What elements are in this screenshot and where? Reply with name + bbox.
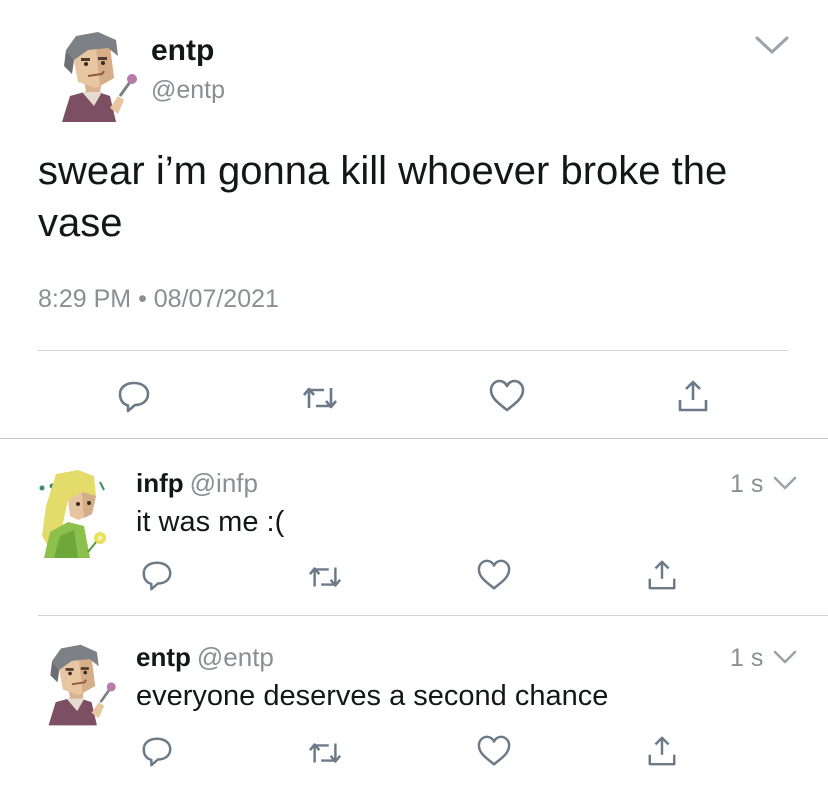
reply-button[interactable] [116,378,152,414]
entp-avatar-icon [62,32,137,122]
reply-icon [118,381,150,413]
reply-handle[interactable]: @entp [197,642,274,672]
reply-handle[interactable]: @infp [190,468,258,498]
retweet-button[interactable] [306,736,344,770]
reply-text: it was me :( [136,506,285,538]
reply-icon [142,737,172,767]
tweet-text: swear i’m gonna kill whoever broke the v… [38,149,728,245]
reply-avatar[interactable] [34,466,120,562]
reply-author[interactable]: entp @entp [136,642,274,673]
share-icon [678,380,708,412]
entp-avatar-icon [48,644,116,726]
retweet-icon [308,743,342,763]
like-button[interactable] [476,558,512,592]
divider [38,350,788,351]
tweet-timestamp: 8:29 PM • 08/07/2021 [38,285,279,314]
infp-avatar-icon [39,470,106,558]
section-divider [0,438,828,439]
like-icon [477,735,511,766]
chevron-down-icon[interactable] [772,475,798,491]
like-button[interactable] [476,734,512,768]
share-icon [648,560,676,590]
retweet-button[interactable] [306,560,344,594]
reply-author[interactable]: infp @infp [136,468,258,499]
divider [38,615,828,616]
tweet-date: 08/07/2021 [153,285,279,313]
retweet-button[interactable] [300,380,340,416]
tweet-time: 8:29 PM [38,285,132,313]
reply-icon [142,561,172,591]
like-icon [477,559,511,590]
reply-display-name[interactable]: entp [136,642,191,672]
retweet-icon [308,567,342,587]
chevron-down-icon[interactable] [772,649,798,665]
author-display-name[interactable]: entp [151,34,214,68]
reply-age: 1 s [730,470,764,498]
reply-display-name[interactable]: infp [136,468,184,498]
reply-avatar[interactable] [36,638,122,734]
reply-button[interactable] [140,558,174,592]
reply-age: 1 s [730,644,764,672]
share-icon [648,736,676,766]
retweet-icon [303,387,337,409]
reply-text: everyone deserves a second chance [136,680,609,712]
reply-button[interactable] [140,734,174,768]
like-button[interactable] [488,378,526,414]
share-button[interactable] [646,558,678,592]
meta-separator: • [138,285,147,313]
share-button[interactable] [646,734,678,768]
author-avatar[interactable] [48,30,144,126]
share-button[interactable] [676,378,710,414]
like-icon [489,379,525,412]
chevron-down-icon[interactable] [754,34,790,56]
author-handle[interactable]: @entp [151,76,225,105]
